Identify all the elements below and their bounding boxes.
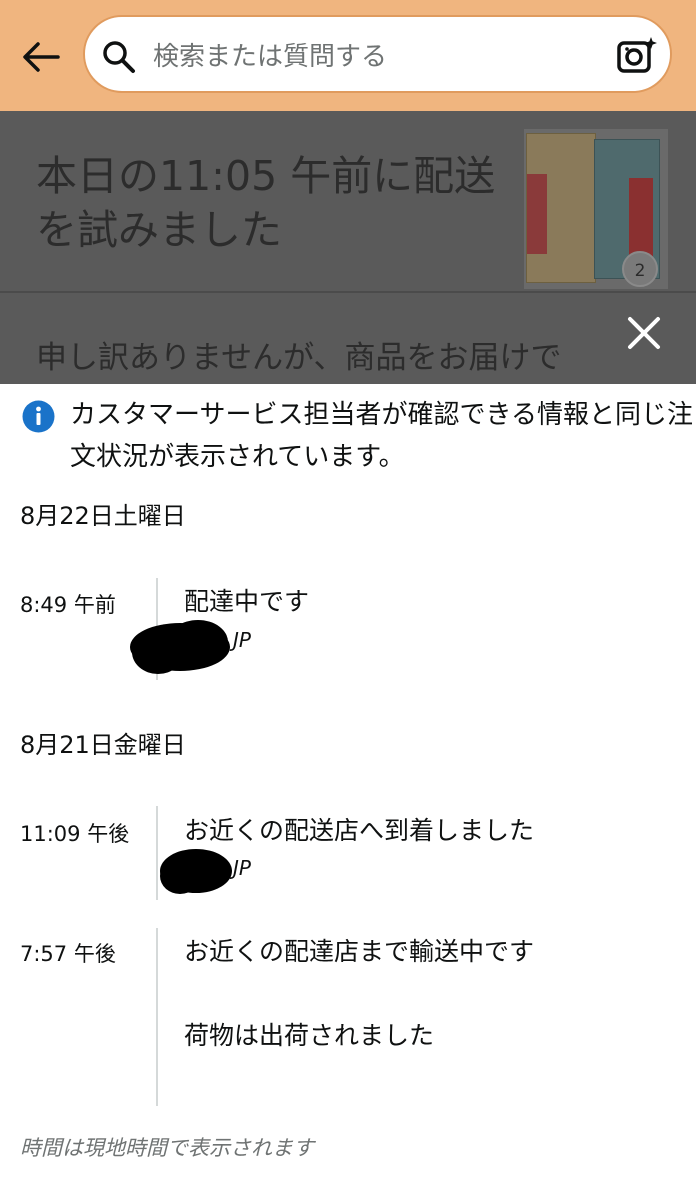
top-bar	[0, 0, 696, 111]
date-heading: 8月22日土曜日	[20, 502, 186, 530]
back-arrow-icon[interactable]	[18, 34, 64, 80]
date-heading: 8月21日金曜日	[20, 731, 186, 759]
event-location: JP	[233, 856, 251, 880]
close-icon[interactable]	[622, 311, 666, 355]
event-time: 8:49 午前	[20, 593, 116, 617]
product-image: 2	[524, 129, 668, 289]
event-status: お近くの配送店へ到着しました	[184, 816, 535, 845]
event-time: 7:57 午後	[20, 942, 116, 966]
info-icon	[22, 400, 55, 433]
timezone-note: 時間は現地時間で表示されます	[20, 1136, 314, 1160]
search-icon[interactable]	[101, 39, 137, 75]
camera-search-icon[interactable]	[615, 34, 659, 78]
event-status: 荷物は出荷されました	[184, 1021, 435, 1050]
redaction-mark	[158, 844, 234, 902]
event-status: 配達中です	[184, 587, 310, 616]
info-notice-text: カスタマーサービス担当者が確認できる情報と同じ注文状況が表示されています。	[70, 400, 693, 472]
search-bar[interactable]	[83, 15, 672, 93]
delivery-apology-text: 申し訳ありませんが、商品をお届けで	[36, 340, 562, 376]
search-input[interactable]	[153, 37, 593, 77]
delivery-attempt-title: 本日の11:05 午前に配送を試みました	[36, 152, 496, 254]
quantity-badge: 2	[622, 251, 658, 287]
dimmed-order-summary: 本日の11:05 午前に配送を試みました 2 申し訳ありませんが、商品をお届けで	[0, 111, 696, 384]
event-status: お近くの配達店まで輸送中です	[184, 937, 535, 966]
event-location: JP	[233, 628, 251, 652]
timeline-line	[156, 928, 158, 1106]
tracking-details-sheet: カスタマーサービス担当者が確認できる情報と同じ注文状況が表示されています。 8月…	[0, 384, 696, 1200]
event-time: 11:09 午後	[20, 822, 130, 846]
divider	[0, 291, 696, 293]
redaction-mark	[128, 614, 232, 684]
